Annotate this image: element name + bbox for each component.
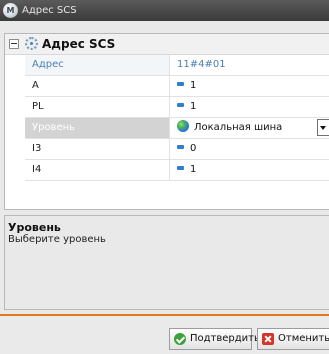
property-grid: Адрес SCS Адрес 11#4#01 A 1 PL 1 Уровень… bbox=[4, 33, 329, 210]
row-label: I4 bbox=[32, 164, 42, 175]
cancel-label: Отменить bbox=[278, 333, 329, 344]
pl-value: 1 bbox=[190, 101, 197, 112]
row-value[interactable]: 0 bbox=[169, 139, 329, 159]
description-title: Уровень bbox=[8, 221, 61, 234]
row-label: Адрес bbox=[25, 55, 169, 75]
i4-value: 1 bbox=[190, 164, 197, 175]
row-label: I3 bbox=[32, 143, 42, 154]
row-label: Уровень bbox=[25, 118, 169, 138]
collapse-icon[interactable] bbox=[9, 39, 19, 49]
group-title: Адрес SCS bbox=[42, 37, 116, 51]
number-icon bbox=[177, 145, 184, 149]
row-i4[interactable]: I4 1 bbox=[25, 160, 329, 181]
number-icon bbox=[177, 103, 184, 107]
close-icon bbox=[262, 333, 274, 345]
row-value: 11#4#01 bbox=[169, 55, 329, 75]
row-value[interactable]: 1 bbox=[169, 76, 329, 96]
row-pl[interactable]: PL 1 bbox=[25, 97, 329, 118]
row-a[interactable]: A 1 bbox=[25, 76, 329, 97]
row-value[interactable]: 1 bbox=[169, 97, 329, 117]
check-icon bbox=[174, 333, 186, 345]
description-text: Выберите уровень bbox=[8, 234, 106, 245]
confirm-button[interactable]: Подтвердить bbox=[169, 328, 260, 350]
a-value: 1 bbox=[190, 80, 197, 91]
description-panel: Уровень Выберите уровень bbox=[4, 215, 329, 310]
row-value[interactable]: 1 bbox=[169, 160, 329, 180]
confirm-label: Подтвердить bbox=[190, 333, 260, 344]
level-value: Локальная шина bbox=[194, 122, 283, 133]
row-label: PL bbox=[32, 101, 44, 112]
dialog-footer: Подтвердить Отменить bbox=[0, 316, 329, 354]
level-select[interactable]: Локальная шина bbox=[169, 118, 329, 138]
number-icon bbox=[177, 166, 184, 170]
row-i3[interactable]: I3 0 bbox=[25, 139, 329, 160]
globe-icon bbox=[177, 120, 189, 132]
dropdown-arrow-button[interactable] bbox=[317, 119, 329, 136]
row-level[interactable]: Уровень Локальная шина bbox=[25, 118, 329, 139]
dialog-window: M Адрес SCS Адрес SCS Адрес 11#4#01 A 1 … bbox=[0, 0, 329, 354]
address-value: 11#4#01 bbox=[177, 59, 226, 70]
gear-icon bbox=[25, 37, 38, 50]
app-icon: M bbox=[3, 3, 18, 18]
title-bar[interactable]: M Адрес SCS bbox=[0, 0, 329, 21]
i3-value: 0 bbox=[190, 143, 197, 154]
cancel-button[interactable]: Отменить bbox=[257, 328, 329, 350]
property-group-header[interactable]: Адрес SCS bbox=[5, 34, 329, 55]
number-icon bbox=[177, 82, 184, 86]
row-label: A bbox=[32, 80, 39, 91]
row-address[interactable]: Адрес 11#4#01 bbox=[25, 55, 329, 76]
window-title: Адрес SCS bbox=[22, 5, 77, 16]
